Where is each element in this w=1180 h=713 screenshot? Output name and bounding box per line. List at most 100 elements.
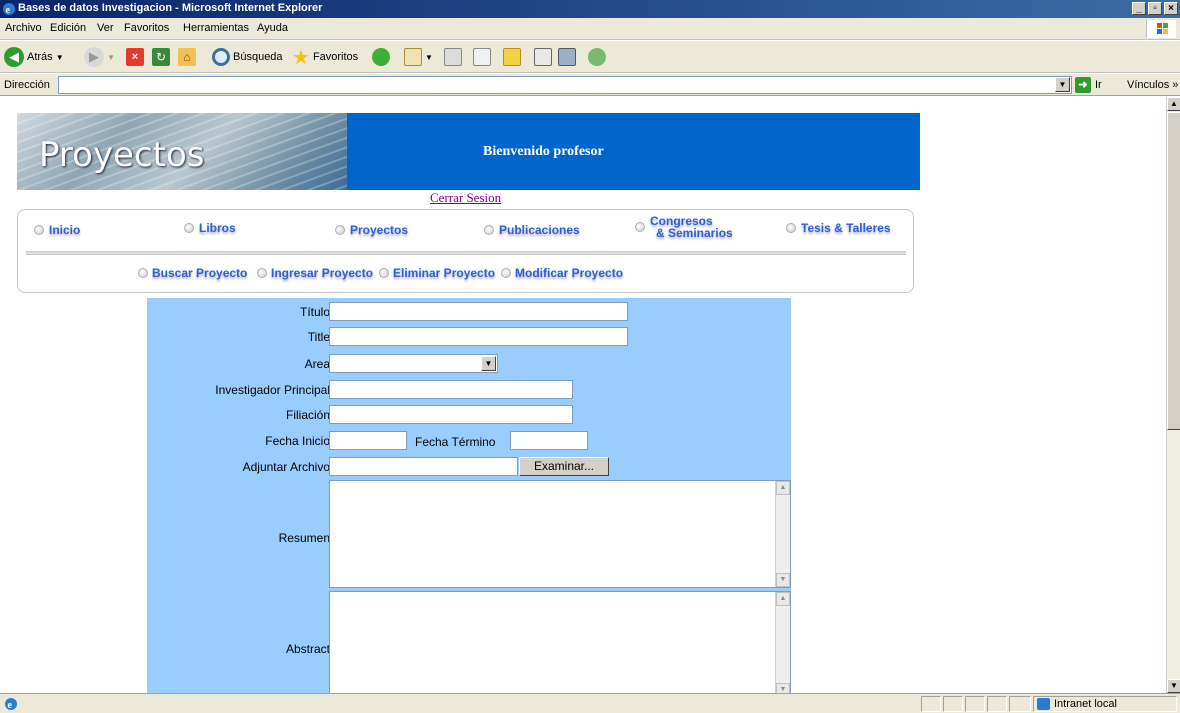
favorites-button[interactable]: ★ Favoritos — [292, 45, 358, 69]
adjuntar-label: Adjuntar Archivo — [242, 460, 330, 474]
bullet-icon — [379, 268, 389, 278]
scroll-down-icon[interactable]: ▼ — [776, 683, 790, 693]
address-input[interactable] — [58, 76, 1072, 94]
history-button[interactable] — [372, 45, 390, 69]
edit-icon — [473, 48, 491, 66]
titulo-input[interactable] — [329, 302, 628, 321]
nav-publicaciones[interactable]: Publicaciones — [484, 223, 580, 237]
research-icon — [534, 48, 552, 66]
resumen-label: Resumen — [278, 531, 330, 545]
logout-link[interactable]: Cerrar Sesion — [430, 190, 501, 206]
back-dropdown-icon[interactable]: ▼ — [56, 53, 64, 62]
nav-tesis[interactable]: Tesis & Talleres — [786, 221, 891, 235]
window-controls: _ ▫ × — [1132, 2, 1178, 15]
status-cell — [1009, 696, 1031, 712]
nav-congresos[interactable]: Congresos & Seminarios — [635, 215, 733, 239]
subnav-modificar[interactable]: Modificar Proyecto — [501, 266, 623, 280]
main-nav: Inicio Libros Proyectos Publicaciones Co… — [17, 209, 914, 293]
menu-ayuda[interactable]: Ayuda — [257, 22, 288, 34]
filiacion-input[interactable] — [329, 405, 573, 424]
chevron-down-icon[interactable]: ▼ — [481, 356, 496, 371]
nav-label: Publicaciones — [499, 223, 580, 237]
page-scrollbar[interactable]: ▲ ▼ — [1166, 97, 1180, 693]
resumen-scrollbar[interactable]: ▲ ▼ — [775, 481, 790, 587]
nav-inicio[interactable]: Inicio — [34, 223, 80, 237]
nav-libros[interactable]: Libros — [184, 221, 236, 235]
abstract-textarea[interactable]: ▲ ▼ — [329, 591, 791, 693]
subnav-ingresar[interactable]: Ingresar Proyecto — [257, 266, 373, 280]
subnav-buscar[interactable]: Buscar Proyecto — [138, 266, 247, 280]
scroll-thumb[interactable] — [1167, 112, 1180, 430]
status-bar: e Intranet local — [0, 693, 1180, 713]
window-title: Bases de datos Investigacion - Microsoft… — [18, 2, 323, 14]
fecha-termino-input[interactable] — [510, 431, 588, 450]
menu-favoritos[interactable]: Favoritos — [124, 22, 169, 34]
menu-archivo[interactable]: Archivo — [5, 22, 42, 34]
scroll-up-icon[interactable]: ▲ — [776, 592, 790, 606]
links-button[interactable]: Vínculos » — [1127, 79, 1178, 91]
bullet-icon — [257, 268, 267, 278]
discuss-icon — [503, 48, 521, 66]
page-content: Proyectos Bienvenido profesor Cerrar Ses… — [0, 97, 1166, 693]
browser-toolbar: ◀ Atrás ▼ ▶ ▼ × ↻ ⌂ Búsqueda ★ Favoritos… — [0, 41, 1180, 73]
scroll-down-icon[interactable]: ▼ — [776, 573, 790, 587]
scroll-down-icon[interactable]: ▼ — [1167, 679, 1180, 693]
file-input[interactable] — [329, 457, 518, 476]
close-button[interactable]: × — [1164, 2, 1178, 15]
ie-logo-icon: e — [3, 3, 15, 16]
abstract-label: Abstract — [285, 642, 330, 656]
address-dropdown-icon[interactable]: ▼ — [1055, 77, 1070, 92]
print-icon — [444, 48, 462, 66]
menu-ver[interactable]: Ver — [97, 22, 114, 34]
mail-dropdown-icon[interactable]: ▼ — [425, 53, 433, 62]
back-button[interactable]: ◀ Atrás ▼ — [4, 45, 64, 69]
messenger-button[interactable] — [588, 45, 606, 69]
bullet-icon — [335, 225, 345, 235]
bullet-icon — [501, 268, 511, 278]
area-select[interactable]: ▼ — [329, 354, 498, 373]
search-button[interactable]: Búsqueda — [212, 45, 283, 69]
investigador-input[interactable] — [329, 380, 573, 399]
messenger-icon — [588, 48, 606, 66]
nav-label: & Seminarios — [656, 226, 733, 240]
favorites-label: Favoritos — [312, 51, 359, 63]
mail-button[interactable]: ▼ — [404, 45, 433, 69]
area-label: Area — [304, 357, 330, 371]
title-input[interactable] — [329, 327, 628, 346]
forward-button[interactable]: ▶ ▼ — [84, 45, 115, 69]
minimize-button[interactable]: _ — [1132, 2, 1146, 15]
research-button[interactable] — [534, 45, 552, 69]
subnav-eliminar[interactable]: Eliminar Proyecto — [379, 266, 495, 280]
filiacion-label: Filiación — [285, 408, 330, 422]
menu-edicion[interactable]: Edición — [50, 22, 86, 34]
subnav-label: Eliminar Proyecto — [393, 266, 496, 280]
status-cell — [987, 696, 1007, 712]
subnav-label: Buscar Proyecto — [152, 266, 248, 280]
search-label: Búsqueda — [233, 51, 283, 63]
edit-button[interactable] — [473, 45, 491, 69]
scroll-up-icon[interactable]: ▲ — [1167, 97, 1180, 111]
fecha-inicio-label: Fecha Inicio — [265, 434, 330, 448]
media-button[interactable] — [558, 45, 576, 69]
resumen-textarea[interactable]: ▲ ▼ — [329, 480, 791, 588]
home-button[interactable]: ⌂ — [178, 45, 196, 69]
nav-proyectos[interactable]: Proyectos — [335, 223, 408, 237]
go-arrow-icon[interactable]: ➜ — [1075, 77, 1091, 93]
browse-button[interactable]: Examinar... — [519, 457, 609, 476]
refresh-button[interactable]: ↻ — [152, 45, 170, 69]
scroll-up-icon[interactable]: ▲ — [776, 481, 790, 495]
forward-dropdown-icon[interactable]: ▼ — [107, 53, 115, 62]
svg-text:e: e — [6, 5, 11, 16]
menu-herramientas[interactable]: Herramientas — [183, 22, 249, 34]
print-button[interactable] — [444, 45, 462, 69]
stop-button[interactable]: × — [126, 45, 144, 69]
abstract-scrollbar[interactable]: ▲ ▼ — [775, 592, 790, 693]
maximize-button[interactable]: ▫ — [1148, 2, 1162, 15]
fecha-inicio-input[interactable] — [329, 431, 407, 450]
links-label: Vínculos — [1127, 79, 1170, 91]
svg-text:e: e — [8, 700, 13, 711]
go-button[interactable]: Ir — [1095, 79, 1102, 91]
fecha-termino-label: Fecha Término — [415, 435, 496, 449]
address-bar: Dirección ▼ ➜ Ir Vínculos » — [0, 74, 1180, 96]
discuss-button[interactable] — [503, 45, 521, 69]
